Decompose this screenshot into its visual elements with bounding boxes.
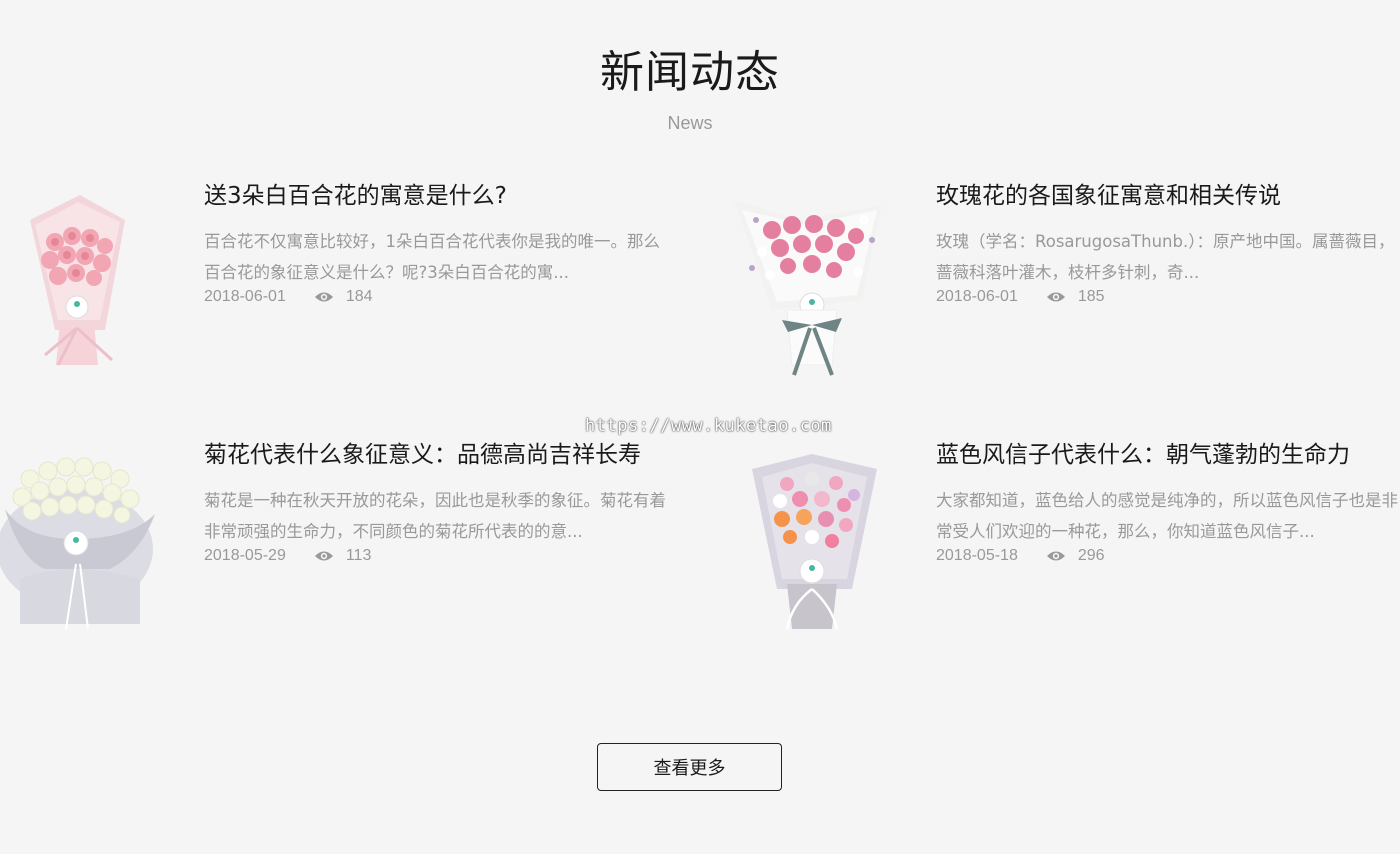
view-more-button[interactable]: 查看更多 <box>597 743 782 791</box>
news-description: 菊花是一种在秋天开放的花朵，因此也是秋季的象征。菊花有着非常顽强的生命力，不同颜… <box>204 491 666 541</box>
news-description: 玫瑰（学名：RosarugosaThunb.）：原产地中国。属蔷薇目，蔷薇科落叶… <box>936 232 1395 282</box>
news-title[interactable]: 玫瑰花的各国象征寓意和相关传说 <box>936 180 1281 212</box>
news-date: 2018-06-01 <box>936 288 1018 305</box>
eye-icon <box>314 551 333 561</box>
section-title: 新闻动态 <box>600 47 780 98</box>
news-views: 296 <box>1077 547 1105 564</box>
watermark: https://www.kuketao.com <box>585 416 832 436</box>
news-section: 新闻动态 News 送3朵白百合花的寓意是什么? 百合花不仅寓意比较好，1朵白百… <box>0 0 1400 854</box>
mixed-flower-bouquet-image[interactable] <box>732 439 892 639</box>
pink-rose-bouquet-image[interactable] <box>0 180 160 380</box>
news-card[interactable]: 蓝色风信子代表什么：朝气蓬勃的生命力 大家都知道，蓝色给人的感觉是纯净的，所以蓝… <box>732 439 1400 639</box>
news-date: 2018-05-18 <box>936 547 1018 564</box>
news-title[interactable]: 送3朵白百合花的寓意是什么? <box>204 180 507 212</box>
news-views: 113 <box>345 547 372 564</box>
news-views: 185 <box>1077 288 1105 305</box>
pink-rose-white-wrap-bouquet-image[interactable] <box>732 180 892 380</box>
news-description: 大家都知道，蓝色给人的感觉是纯净的，所以蓝色风信子也是非常受人们欢迎的一种花，那… <box>936 491 1398 541</box>
news-title[interactable]: 菊花代表什么象征意义：品德高尚吉祥长寿 <box>204 439 641 471</box>
news-date: 2018-05-29 <box>204 547 286 564</box>
news-views: 184 <box>345 288 373 305</box>
eye-icon <box>1046 551 1065 561</box>
news-meta: 2018-05-29 113 <box>204 547 371 565</box>
news-description: 百合花不仅寓意比较好，1朵白百合花代表你是我的唯一。那么百合花的象征意义是什么？… <box>204 232 660 282</box>
news-card[interactable]: 送3朵白百合花的寓意是什么? 百合花不仅寓意比较好，1朵白百合花代表你是我的唯一… <box>0 180 680 380</box>
eye-icon <box>1046 292 1065 302</box>
news-date: 2018-06-01 <box>204 288 286 305</box>
eye-icon <box>314 292 333 302</box>
news-card[interactable]: 玫瑰花的各国象征寓意和相关传说 玫瑰（学名：RosarugosaThunb.）：… <box>732 180 1400 380</box>
news-meta: 2018-06-01 184 <box>204 288 373 306</box>
news-card[interactable]: 菊花代表什么象征意义：品德高尚吉祥长寿 菊花是一种在秋天开放的花朵，因此也是秋季… <box>0 439 680 639</box>
white-rose-bouquet-image[interactable] <box>0 439 160 639</box>
news-meta: 2018-05-18 296 <box>936 547 1105 565</box>
news-meta: 2018-06-01 185 <box>936 288 1105 306</box>
section-subtitle: News <box>667 113 713 133</box>
news-title[interactable]: 蓝色风信子代表什么：朝气蓬勃的生命力 <box>936 439 1350 471</box>
